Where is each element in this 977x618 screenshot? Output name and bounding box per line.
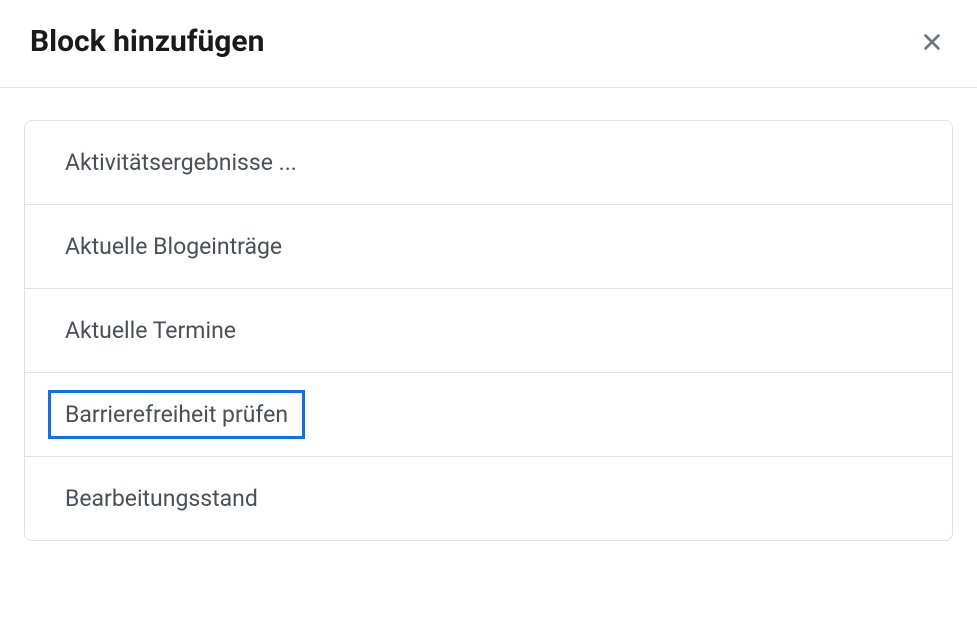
block-item-activity-results[interactable]: Aktivitätsergebnisse ...	[25, 121, 952, 205]
block-item-upcoming-events[interactable]: Aktuelle Termine	[25, 289, 952, 373]
block-item-label-wrapper: Aktuelle Blogeinträge	[65, 233, 282, 260]
block-list: Aktivitätsergebnisse ... Aktuelle Blogei…	[24, 120, 953, 541]
block-item-label-wrapper: Aktivitätsergebnisse ...	[65, 149, 297, 176]
add-block-modal: Block hinzufügen Aktivitätsergebnisse ..…	[0, 0, 977, 618]
block-item-label-wrapper: Aktuelle Termine	[65, 317, 236, 344]
block-item-label: Barrierefreiheit prüfen	[65, 401, 288, 428]
block-item-label: Aktivitätsergebnisse ...	[65, 149, 297, 176]
modal-header: Block hinzufügen	[0, 0, 977, 88]
block-item-label: Aktuelle Termine	[65, 317, 236, 344]
close-button[interactable]	[917, 27, 947, 57]
block-item-label-wrapper: Bearbeitungsstand	[65, 485, 258, 512]
block-item-label-wrapper: Barrierefreiheit prüfen	[48, 390, 305, 439]
block-item-editing-status[interactable]: Bearbeitungsstand	[25, 457, 952, 540]
modal-title: Block hinzufügen	[30, 24, 264, 59]
block-item-label: Bearbeitungsstand	[65, 485, 258, 512]
close-icon	[921, 31, 943, 53]
modal-body: Aktivitätsergebnisse ... Aktuelle Blogei…	[0, 88, 977, 618]
block-item-recent-blog-entries[interactable]: Aktuelle Blogeinträge	[25, 205, 952, 289]
block-item-label: Aktuelle Blogeinträge	[65, 233, 282, 260]
block-item-accessibility-check[interactable]: Barrierefreiheit prüfen	[25, 373, 952, 457]
